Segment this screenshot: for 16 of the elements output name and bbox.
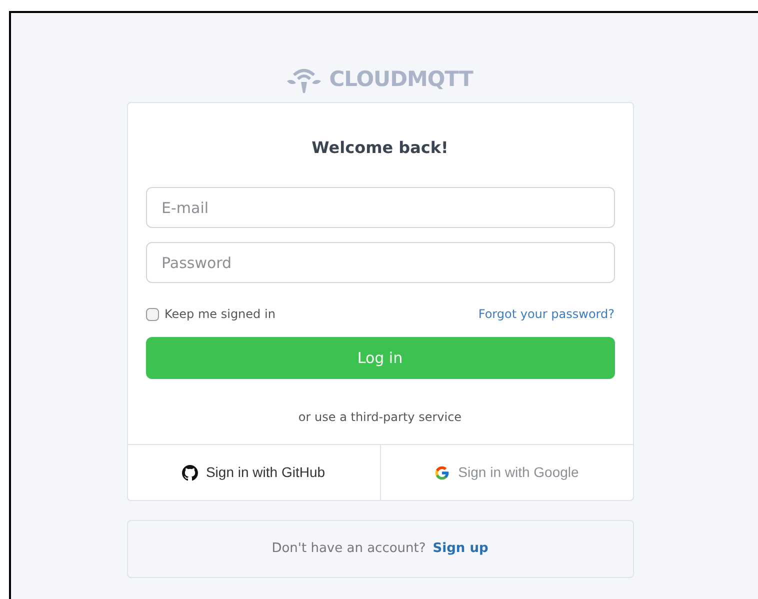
social-signin-button[interactable]: Sign in with GitHub — [128, 445, 380, 500]
signup-prompt: Don't have an account? — [272, 540, 426, 558]
third-party-label: or use a third-party service — [297, 409, 463, 426]
github-icon — [182, 464, 198, 480]
card-title: Welcome back! — [310, 137, 450, 159]
logo-wordmark: CLOUDMQTT — [329, 66, 473, 94]
input-field[interactable]: Password — [146, 242, 614, 283]
forgot-password-link[interactable]: Forgot your password? — [478, 305, 614, 323]
google-icon — [434, 464, 450, 480]
wireless-tower-icon — [287, 67, 322, 93]
input-field[interactable]: E-mail — [146, 187, 614, 228]
signup-link[interactable]: Sign up — [432, 539, 488, 559]
checkbox[interactable] — [146, 308, 158, 320]
checkbox-label: Keep me signed in — [164, 306, 276, 323]
login-button[interactable]: Log in — [146, 337, 614, 379]
social-signin-button[interactable]: Sign in with Google — [380, 445, 632, 500]
